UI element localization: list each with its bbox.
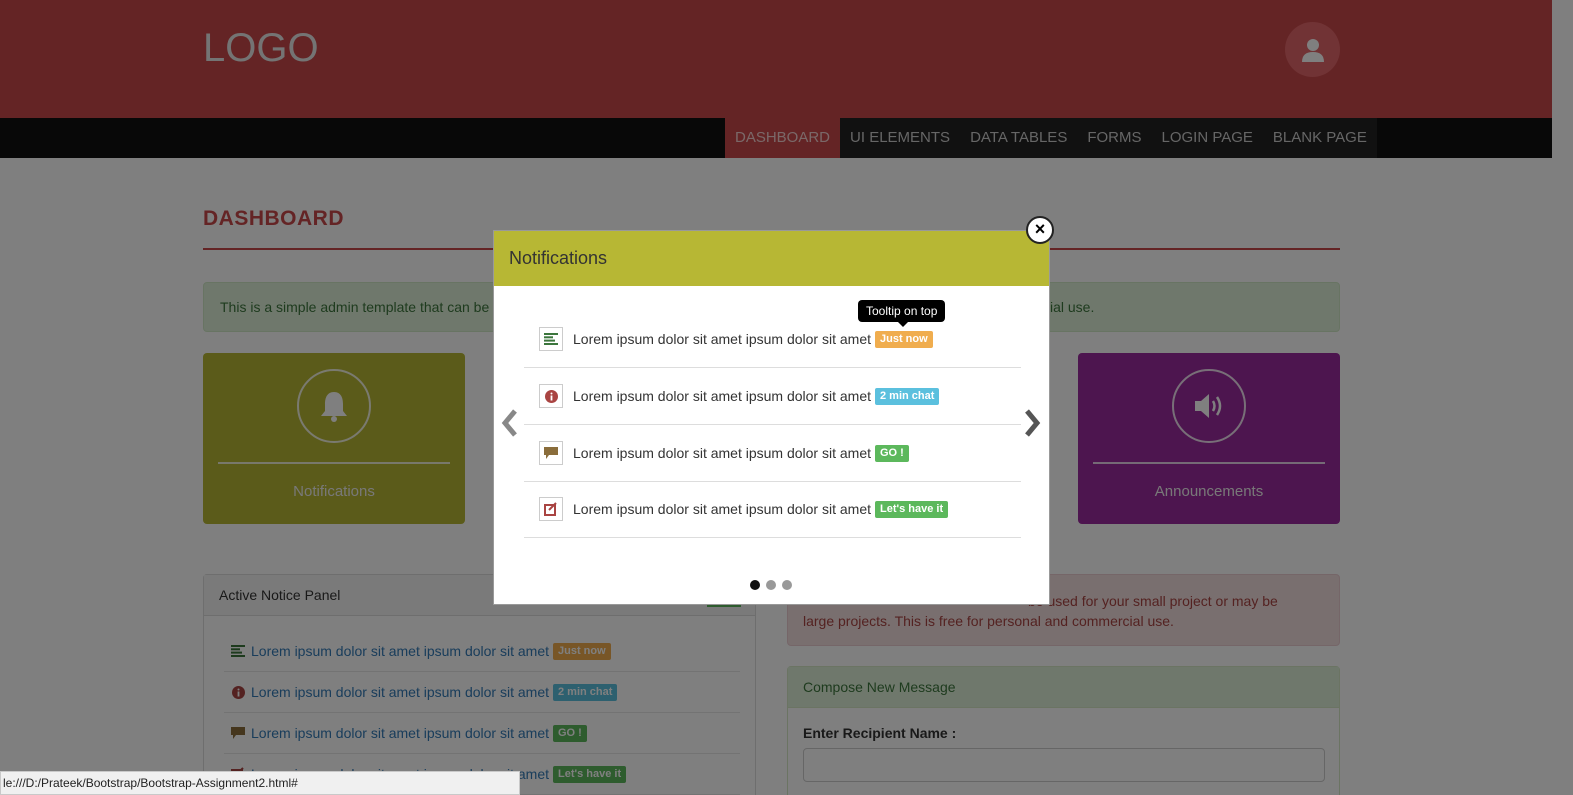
notifications-modal: Notifications Lorem ipsum dolor sit amet… bbox=[493, 230, 1050, 605]
chevron-left-icon bbox=[501, 409, 517, 437]
modal-close-button[interactable]: × bbox=[1026, 216, 1054, 244]
modal-notification-item[interactable]: Lorem ipsum dolor sit amet ipsum dolor s… bbox=[524, 481, 1021, 538]
align-left-icon bbox=[539, 327, 563, 351]
carousel-dot[interactable] bbox=[750, 580, 760, 590]
modal-item-text: Lorem ipsum dolor sit amet ipsum dolor s… bbox=[573, 445, 871, 461]
modal-notification-item[interactable]: Lorem ipsum dolor sit amet ipsum dolor s… bbox=[524, 425, 1021, 482]
modal-item-text: Lorem ipsum dolor sit amet ipsum dolor s… bbox=[573, 388, 871, 404]
chevron-right-icon bbox=[1025, 409, 1041, 437]
modal-item-text: Lorem ipsum dolor sit amet ipsum dolor s… bbox=[573, 501, 871, 517]
status-badge[interactable]: 2 min chat bbox=[875, 387, 940, 405]
carousel-next-button[interactable] bbox=[1021, 408, 1043, 438]
carousel-prev-button[interactable] bbox=[499, 408, 521, 438]
modal-item-text: Lorem ipsum dolor sit amet ipsum dolor s… bbox=[573, 331, 871, 347]
modal-notification-item[interactable]: Lorem ipsum dolor sit amet ipsum dolor s… bbox=[524, 368, 1021, 425]
edit-icon bbox=[539, 497, 563, 521]
carousel-indicators bbox=[750, 580, 792, 590]
browser-status-bar: le:///D:/Prateek/Bootstrap/Bootstrap-Ass… bbox=[0, 771, 520, 795]
tooltip: Tooltip on top bbox=[858, 300, 946, 327]
modal-title: Notifications bbox=[494, 231, 1049, 286]
info-icon bbox=[539, 384, 563, 408]
comment-icon bbox=[539, 441, 563, 465]
status-badge[interactable]: GO ! bbox=[875, 444, 909, 462]
status-badge[interactable]: Let's have it bbox=[875, 500, 949, 518]
carousel-dot[interactable] bbox=[766, 580, 776, 590]
status-badge[interactable]: Just now bbox=[875, 330, 933, 348]
carousel-dot[interactable] bbox=[782, 580, 792, 590]
modal-notification-item[interactable]: Lorem ipsum dolor sit amet ipsum dolor s… bbox=[524, 311, 1021, 368]
